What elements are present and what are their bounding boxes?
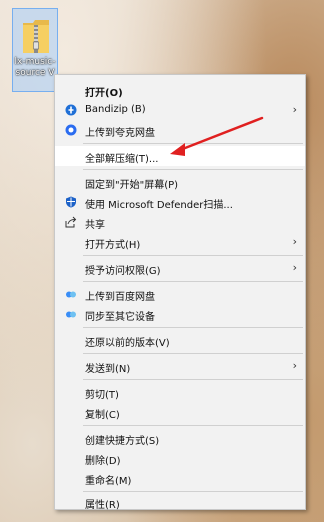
menu-item-grant-access-label: 授予访问权限(G) xyxy=(85,266,161,277)
menu-item-restore-versions-label: 还原以前的版本(V) xyxy=(85,338,170,349)
menu-item-defender-label: 使用 Microsoft Defender扫描... xyxy=(85,200,233,211)
menu-item-copy-label: 复制(C) xyxy=(85,410,120,421)
zip-folder-icon xyxy=(23,20,49,53)
chevron-right-icon: › xyxy=(292,103,297,116)
menu-separator xyxy=(83,169,303,170)
menu-item-upload-baidu[interactable]: 上传到百度网盘 xyxy=(55,284,305,304)
menu-item-pin-start[interactable]: 固定到"开始"屏幕(P) xyxy=(55,172,305,192)
menu-item-properties-label: 属性(R) xyxy=(85,500,120,511)
menu-item-grant-access[interactable]: 授予访问权限(G) › xyxy=(55,258,305,278)
chevron-right-icon: › xyxy=(292,261,297,274)
menu-item-sync-devices[interactable]: 同步至其它设备 xyxy=(55,304,305,324)
menu-item-delete[interactable]: 删除(D) xyxy=(55,448,305,468)
menu-item-share[interactable]: 共享 xyxy=(55,212,305,232)
menu-item-upload-baidu-label: 上传到百度网盘 xyxy=(85,292,155,303)
menu-item-upload-quark[interactable]: 上传到夸克网盘 xyxy=(55,120,305,140)
menu-item-properties[interactable]: 属性(R) xyxy=(55,492,305,512)
menu-item-send-to-label: 发送到(N) xyxy=(85,364,131,375)
menu-item-cut-label: 剪切(T) xyxy=(85,390,119,401)
menu-item-create-shortcut-label: 创建快捷方式(S) xyxy=(85,436,160,447)
menu-item-rename-label: 重命名(M) xyxy=(85,476,132,487)
desktop-icon-label: lx-music-source V xyxy=(14,57,56,78)
sync-devices-icon xyxy=(66,311,76,318)
menu-item-cut[interactable]: 剪切(T) xyxy=(55,382,305,402)
menu-separator xyxy=(83,143,303,144)
bandizip-icon xyxy=(65,104,77,116)
chevron-right-icon: › xyxy=(292,235,297,248)
menu-item-extract-all[interactable]: 全部解压缩(T)... xyxy=(55,146,305,166)
chevron-right-icon: › xyxy=(292,359,297,372)
defender-shield-icon xyxy=(66,196,76,208)
quark-drive-icon xyxy=(65,124,77,136)
menu-item-copy[interactable]: 复制(C) xyxy=(55,402,305,422)
menu-item-open-with-label: 打开方式(H) xyxy=(85,240,141,251)
menu-item-delete-label: 删除(D) xyxy=(85,456,121,467)
menu-item-rename[interactable]: 重命名(M) xyxy=(55,468,305,488)
desktop-zip-icon[interactable]: lx-music-source V xyxy=(12,8,58,92)
menu-item-open-with[interactable]: 打开方式(H) › xyxy=(55,232,305,252)
menu-item-send-to[interactable]: 发送到(N) › xyxy=(55,356,305,376)
menu-item-open-label: 打开(O) xyxy=(85,88,123,99)
baidu-netdisk-icon xyxy=(66,291,76,298)
menu-separator xyxy=(83,281,303,282)
menu-item-sync-devices-label: 同步至其它设备 xyxy=(85,312,155,323)
context-menu: 打开(O) Bandizip (B) › 上传到夸克网盘 全部解压缩(T)...… xyxy=(54,74,306,512)
menu-item-pin-start-label: 固定到"开始"屏幕(P) xyxy=(85,180,179,191)
menu-item-defender[interactable]: 使用 Microsoft Defender扫描... xyxy=(55,192,305,212)
menu-item-bandizip[interactable]: Bandizip (B) › xyxy=(55,100,305,120)
share-icon xyxy=(65,216,77,228)
menu-item-extract-all-label: 全部解压缩(T)... xyxy=(85,154,159,165)
menu-item-open[interactable]: 打开(O) xyxy=(55,80,305,100)
menu-item-share-label: 共享 xyxy=(85,220,105,231)
menu-item-create-shortcut[interactable]: 创建快捷方式(S) xyxy=(55,428,305,448)
menu-item-upload-quark-label: 上传到夸克网盘 xyxy=(85,128,155,139)
menu-separator xyxy=(83,379,303,380)
menu-item-bandizip-label: Bandizip (B) xyxy=(85,104,146,115)
menu-item-restore-versions[interactable]: 还原以前的版本(V) xyxy=(55,330,305,350)
menu-separator xyxy=(83,255,303,256)
menu-separator xyxy=(83,327,303,328)
menu-separator xyxy=(83,425,303,426)
menu-separator xyxy=(83,353,303,354)
